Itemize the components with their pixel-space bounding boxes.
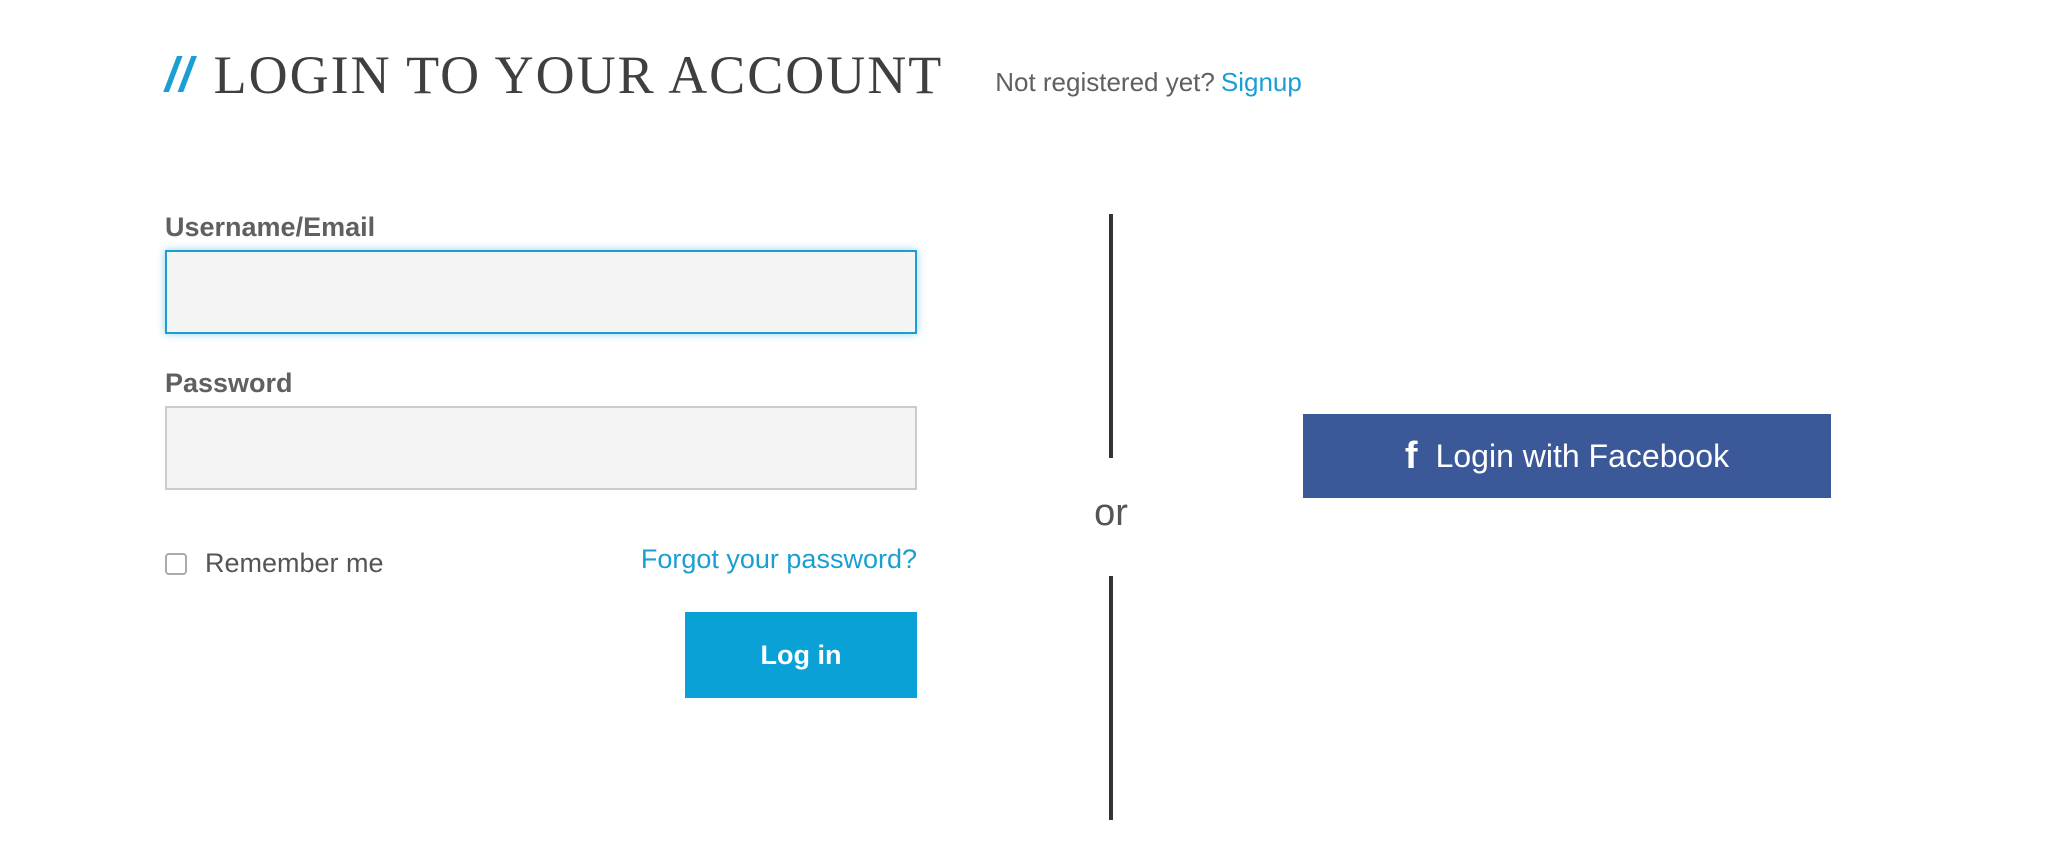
signup-prompt: Not registered yet? Signup: [995, 67, 1302, 98]
title-slashes-decoration: //: [165, 48, 194, 102]
login-button[interactable]: Log in: [685, 612, 917, 698]
password-label: Password: [165, 368, 293, 398]
username-email-input[interactable]: [165, 250, 917, 334]
not-registered-text: Not registered yet?: [995, 66, 1215, 97]
facebook-login-button[interactable]: f Login with Facebook: [1303, 414, 1831, 498]
remember-me-row[interactable]: Remember me: [165, 548, 384, 579]
remember-me-label[interactable]: Remember me: [205, 548, 384, 579]
divider-or-label: or: [1094, 492, 1128, 534]
page-title: LOGIN TO YOUR ACCOUNT: [213, 45, 944, 105]
facebook-login-label: Login with Facebook: [1435, 437, 1730, 474]
facebook-f-icon: f: [1404, 435, 1418, 477]
page-header: // LOGIN TO YOUR ACCOUNT Not registered …: [165, 30, 1302, 120]
username-label: Username/Email: [165, 212, 376, 242]
forgot-password-link[interactable]: Forgot your password?: [641, 544, 917, 575]
signup-link[interactable]: Signup: [1221, 67, 1302, 97]
divider-line-bottom: [1109, 576, 1113, 820]
password-input[interactable]: [165, 406, 917, 490]
divider-line-top: [1109, 214, 1113, 458]
remember-me-checkbox[interactable]: [165, 552, 187, 575]
